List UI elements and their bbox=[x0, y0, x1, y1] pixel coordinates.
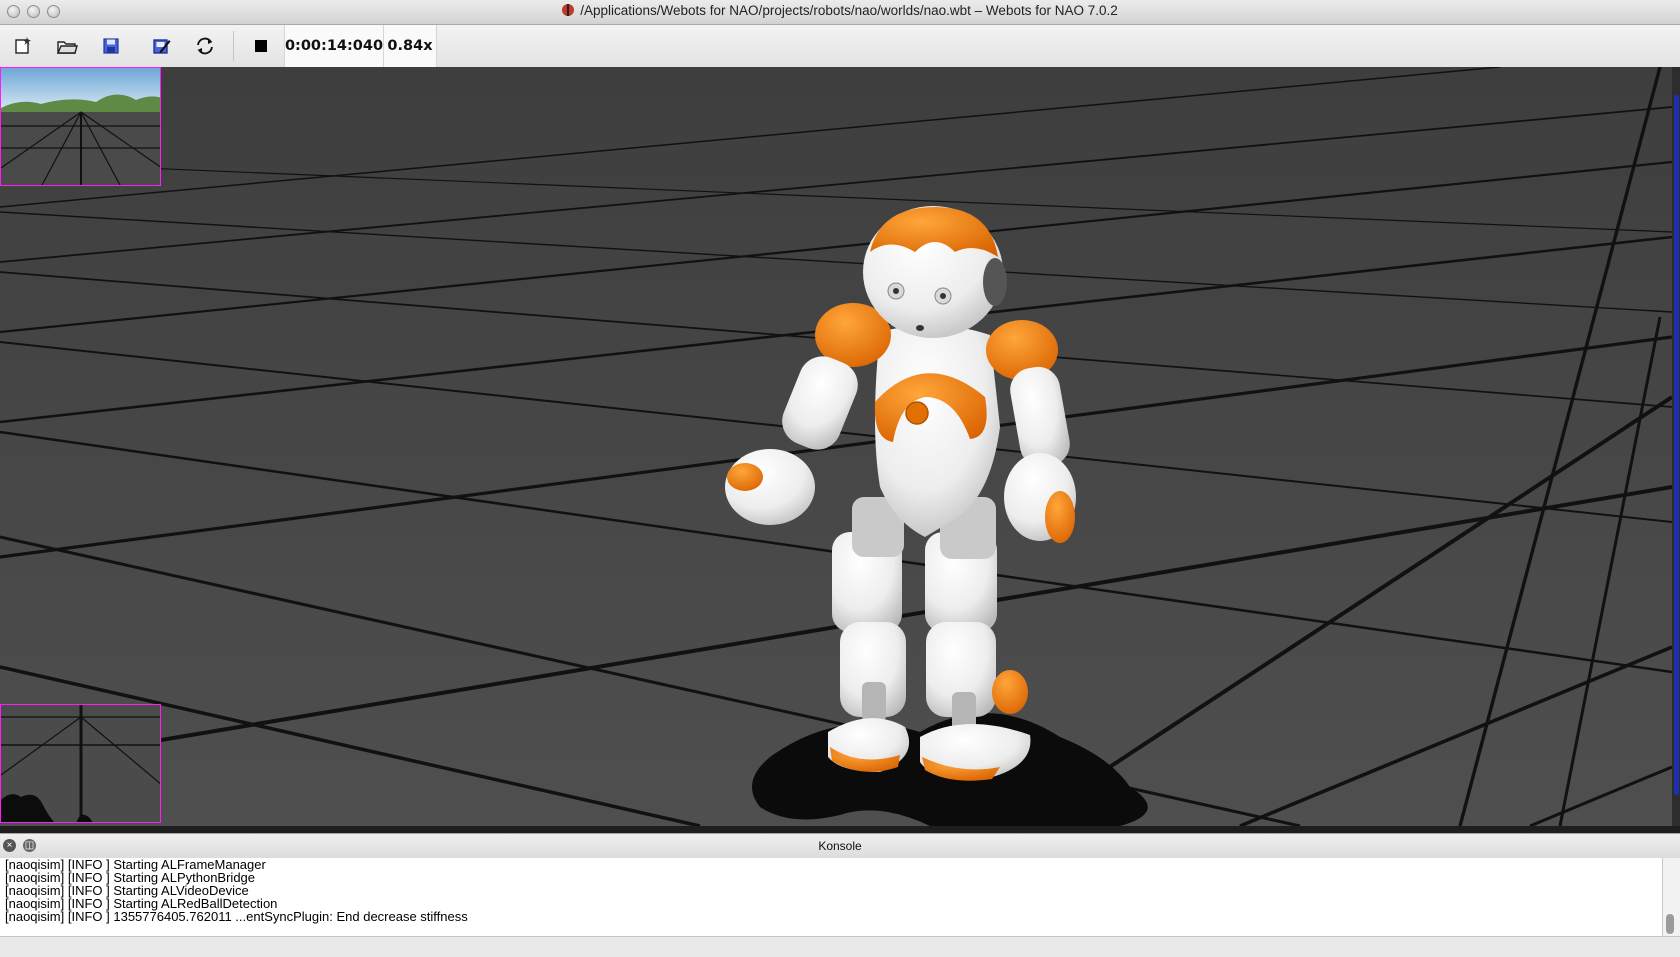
window-titlebar: /Applications/Webots for NAO/projects/ro… bbox=[0, 0, 1680, 25]
window-title-wrap: /Applications/Webots for NAO/projects/ro… bbox=[0, 3, 1680, 18]
console-line: [naoqisim] [INFO ] Starting ALPythonBrid… bbox=[5, 870, 256, 885]
open-folder-icon bbox=[56, 41, 78, 54]
toolbar: 0:00:14:040 0.84x bbox=[0, 25, 1680, 68]
status-bar bbox=[0, 936, 1680, 957]
camera-top-preview[interactable] bbox=[0, 67, 161, 186]
console-title: Konsole bbox=[818, 839, 862, 853]
console-header: × ◫ Konsole bbox=[0, 833, 1680, 859]
camera-bottom-image bbox=[1, 705, 160, 822]
camera-top-image bbox=[1, 68, 160, 185]
save-icon bbox=[103, 38, 119, 54]
toolbar-separator bbox=[233, 31, 234, 61]
new-world-button[interactable] bbox=[9, 33, 37, 59]
console-line: [naoqisim] [INFO ] 1355776405.762011 ...… bbox=[5, 909, 468, 924]
window-title: /Applications/Webots for NAO/projects/ro… bbox=[580, 3, 1118, 18]
simulation-time: 0:00:14:040 bbox=[284, 25, 384, 67]
console-scrollbar-thumb[interactable] bbox=[1666, 914, 1674, 934]
console-output[interactable]: [naoqisim] [INFO ] Starting ALFrameManag… bbox=[0, 858, 1663, 936]
viewport-scrollbar-thumb[interactable] bbox=[1674, 95, 1679, 795]
open-world-button[interactable] bbox=[53, 33, 81, 59]
save-world-button[interactable] bbox=[97, 33, 125, 59]
reload-icon bbox=[197, 37, 213, 55]
revert-world-button[interactable] bbox=[191, 33, 219, 59]
save-as-icon bbox=[153, 39, 171, 54]
save-as-world-button[interactable] bbox=[147, 33, 175, 59]
stop-simulation-button[interactable] bbox=[247, 33, 275, 59]
stop-icon bbox=[255, 40, 267, 52]
camera-bottom-preview[interactable] bbox=[0, 704, 161, 823]
3d-viewport[interactable] bbox=[0, 67, 1672, 826]
scene-render bbox=[0, 67, 1672, 826]
speed-factor: 0.84x bbox=[383, 25, 437, 67]
new-file-icon bbox=[15, 37, 31, 54]
ladybug-icon bbox=[562, 4, 575, 16]
